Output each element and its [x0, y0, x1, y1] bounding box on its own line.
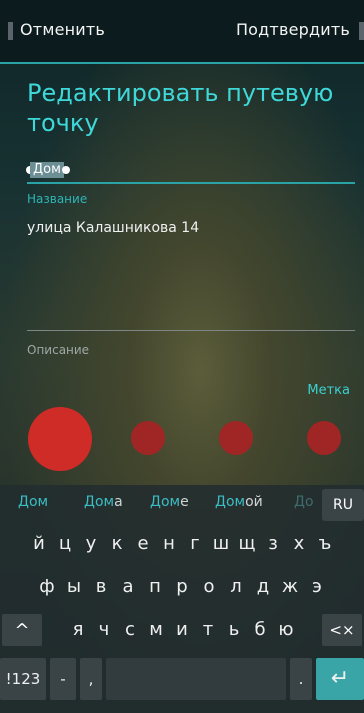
marker-label: Метка: [307, 383, 350, 398]
key-я[interactable]: я: [66, 614, 90, 646]
key-д[interactable]: д: [251, 571, 276, 603]
key-row-3: ячсмитьбю: [0, 614, 364, 646]
key-п[interactable]: п: [143, 571, 168, 603]
confirm-button[interactable]: Подтвердить: [236, 20, 350, 39]
key-х[interactable]: х: [287, 528, 311, 560]
marker-color-option[interactable]: [307, 421, 341, 455]
key-т[interactable]: т: [196, 614, 220, 646]
key-ц[interactable]: ц: [53, 528, 77, 560]
key-н[interactable]: н: [157, 528, 181, 560]
marker-color-selected[interactable]: [28, 407, 92, 471]
key-э[interactable]: э: [305, 571, 330, 603]
name-field-value[interactable]: улица Калашникова 14: [27, 220, 199, 236]
key-р[interactable]: р: [170, 571, 195, 603]
period-key[interactable]: .: [290, 658, 312, 700]
key-с[interactable]: с: [118, 614, 142, 646]
description-field-label[interactable]: Описание: [27, 343, 89, 357]
key-у[interactable]: у: [79, 528, 103, 560]
dash-key[interactable]: -: [50, 658, 76, 700]
space-key[interactable]: [106, 658, 286, 700]
key-ч[interactable]: ч: [92, 614, 116, 646]
suggestion[interactable]: Дом: [18, 494, 48, 510]
key-з[interactable]: з: [261, 528, 285, 560]
key-л[interactable]: л: [224, 571, 249, 603]
key-row-2: фывапролджэ: [0, 571, 364, 603]
key-ы[interactable]: ы: [62, 571, 87, 603]
suggestion[interactable]: Доме: [150, 494, 189, 510]
key-е[interactable]: е: [131, 528, 155, 560]
suggestion[interactable]: Домой: [215, 494, 263, 510]
marker-color-option[interactable]: [219, 421, 253, 455]
key-ь[interactable]: ь: [222, 614, 246, 646]
key-а[interactable]: а: [116, 571, 141, 603]
key-к[interactable]: к: [105, 528, 129, 560]
key-row-1: йцукенгшщзхъ: [0, 528, 364, 560]
backspace-key[interactable]: <×: [322, 614, 362, 646]
selection-handle-end[interactable]: [62, 166, 70, 174]
header-divider: [0, 62, 364, 64]
enter-key[interactable]: ↵: [316, 658, 364, 700]
key-ф[interactable]: ф: [35, 571, 60, 603]
symbols-key[interactable]: !123: [0, 658, 46, 700]
comma-key[interactable]: ,: [80, 658, 102, 700]
key-и[interactable]: и: [170, 614, 194, 646]
cancel-button[interactable]: Отменить: [20, 20, 105, 39]
key-й[interactable]: й: [27, 528, 51, 560]
key-в[interactable]: в: [89, 571, 114, 603]
key-г[interactable]: г: [183, 528, 207, 560]
keyboard: Дом Дома Доме Домой До RU йцукенгшщзхъ ф…: [0, 485, 364, 713]
key-м[interactable]: м: [144, 614, 168, 646]
key-ж[interactable]: ж: [278, 571, 303, 603]
left-edge-indicator: [8, 22, 13, 40]
key-о[interactable]: о: [197, 571, 222, 603]
waypoint-name-input[interactable]: Дом: [30, 162, 64, 178]
key-ш[interactable]: ш: [209, 528, 233, 560]
language-key[interactable]: RU: [322, 489, 364, 521]
suggestion[interactable]: Дома: [84, 494, 123, 510]
description-divider: [27, 330, 355, 331]
page-title: Редактировать путевую точку: [27, 79, 334, 137]
marker-color-option[interactable]: [131, 421, 165, 455]
top-bar: Отменить Подтвердить: [0, 0, 364, 62]
key-б[interactable]: б: [248, 614, 272, 646]
key-ъ[interactable]: ъ: [313, 528, 337, 560]
key-ю[interactable]: ю: [274, 614, 298, 646]
suggestion[interactable]: До: [294, 494, 314, 510]
key-щ[interactable]: щ: [235, 528, 259, 560]
name-field-label: Название: [27, 192, 88, 206]
input-underline: [27, 182, 355, 184]
right-edge-indicator: [359, 22, 364, 40]
